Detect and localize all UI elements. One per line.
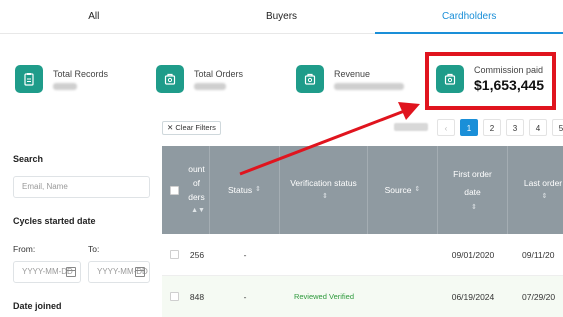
tab-buyers[interactable]: Buyers: [188, 0, 376, 33]
sort-icon: ⇕: [471, 204, 477, 211]
box-icon: [156, 65, 184, 93]
header-first-order-label: First order date: [453, 169, 492, 197]
cell-first-order: 09/01/2020: [451, 250, 495, 260]
pagination: ‹ 1 2 3 4 5: [437, 119, 563, 136]
row-checkbox[interactable]: [170, 250, 179, 259]
cell-verification: [280, 234, 368, 276]
header-source-label: Source: [384, 185, 412, 195]
sort-icon: ▲▼: [191, 207, 205, 214]
stat-label: Revenue: [334, 68, 371, 79]
sort-icon: ⇕: [255, 186, 261, 193]
stat-label: Total Records: [53, 68, 109, 79]
row-checkbox[interactable]: [170, 292, 179, 301]
tab-bar: All Buyers Cardholders: [0, 0, 563, 34]
cell-last-order: 09/11/20: [522, 250, 555, 260]
cell-first-order: 06/19/2024: [451, 292, 495, 302]
sort-icon: ⇕: [414, 186, 421, 193]
header-amount[interactable]: ount of ders ▲▼: [184, 146, 210, 234]
calendar-icon: [66, 267, 76, 277]
calendar-icon: [135, 267, 145, 277]
header-amount-label: ount of ders: [188, 164, 205, 202]
per-page-select[interactable]: [394, 123, 428, 131]
clear-filters-label: Clear Filters: [175, 123, 216, 132]
blurred-value: [194, 82, 226, 90]
stat-revenue: Revenue: [296, 50, 404, 108]
search-input[interactable]: Email, Name: [13, 176, 150, 198]
header-status[interactable]: Status ⇕: [210, 146, 280, 234]
table-row[interactable]: 256 - 09/01/2020 09/11/20: [162, 234, 563, 276]
cell-status: -: [243, 292, 247, 302]
page-button[interactable]: 1: [460, 119, 478, 136]
to-date-input[interactable]: YYYY-MM-DD: [88, 261, 150, 283]
prev-page-button[interactable]: ‹: [437, 119, 455, 136]
stat-label: Total Orders: [194, 68, 244, 79]
header-verification-label: Verification status: [290, 178, 357, 188]
header-first-order[interactable]: First order date ⇕: [438, 146, 508, 234]
page-button[interactable]: 3: [506, 119, 524, 136]
cell-amount: 256: [189, 250, 205, 260]
box-icon: [296, 65, 324, 93]
cell-source: [368, 276, 438, 317]
page-button[interactable]: 4: [529, 119, 547, 136]
search-title: Search: [13, 154, 44, 164]
highlight-box: [425, 52, 556, 110]
header-verification[interactable]: Verification status ⇕: [280, 146, 368, 234]
to-label: To:: [88, 244, 100, 254]
blurred-value: [53, 82, 77, 90]
stat-total-orders: Total Orders: [156, 50, 243, 108]
cell-source: [368, 234, 438, 276]
clear-filters-button[interactable]: ✕ Clear Filters: [162, 121, 221, 135]
table-row[interactable]: 848 - Reviewed Verified 06/19/2024 07/29…: [162, 276, 563, 317]
page-button[interactable]: 5: [552, 119, 563, 136]
header-status-label: Status: [228, 185, 253, 195]
sort-icon: ⇕: [541, 193, 548, 200]
blurred-value: [334, 82, 404, 90]
page-button[interactable]: 2: [483, 119, 501, 136]
table-header: ount of ders ▲▼ Status ⇕ Verification sta…: [162, 146, 563, 234]
tab-all[interactable]: All: [0, 0, 188, 33]
clipboard-icon: [15, 65, 43, 93]
from-date-input[interactable]: YYYY-MM-DD: [13, 261, 81, 283]
header-last-order[interactable]: Last order ⇕: [508, 146, 563, 234]
close-icon: ✕: [167, 123, 174, 132]
stat-total-records: Total Records: [15, 50, 108, 108]
cell-verification: Reviewed Verified: [293, 292, 355, 301]
filter-sidebar: Search Email, Name Cycles started date F…: [0, 140, 158, 317]
from-label: From:: [13, 244, 36, 254]
cell-amount: 848: [189, 292, 205, 302]
header-source[interactable]: Source ⇕: [368, 146, 438, 234]
header-last-order-label: Last order: [523, 178, 563, 188]
sort-icon: ⇕: [322, 193, 328, 200]
cycles-title: Cycles started date: [13, 216, 96, 226]
tab-cardholders[interactable]: Cardholders: [375, 0, 563, 34]
cardholders-table: ount of ders ▲▼ Status ⇕ Verification sta…: [162, 146, 563, 317]
date-joined-title: Date joined: [13, 301, 62, 311]
cell-status: -: [243, 250, 247, 260]
select-all-checkbox[interactable]: [170, 186, 179, 195]
cell-last-order: 07/29/20: [522, 292, 556, 302]
